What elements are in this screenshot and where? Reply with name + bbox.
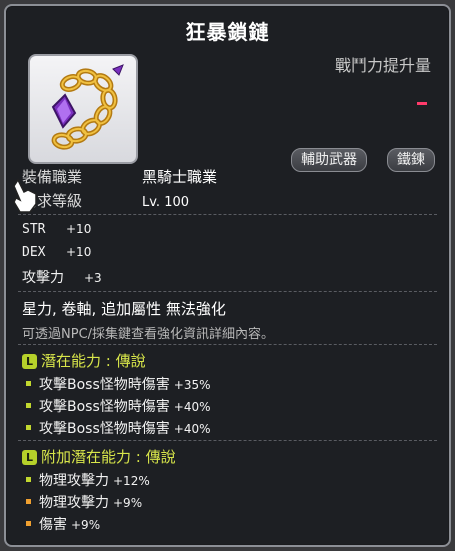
required-job-value: 黑騎士職業 <box>142 168 218 186</box>
tag-chain: 鐵鍊 <box>387 148 435 172</box>
additional-potential-title: 附加潛在能力 : 傳說 <box>41 448 176 466</box>
bullet-icon <box>26 381 31 386</box>
divider <box>18 214 437 215</box>
enhancement-hint-text: 可透過NPC/採集鍵查看強化資訊詳細內容。 <box>22 327 275 342</box>
required-level-value: Lv. 100 <box>142 195 190 210</box>
additional-potential-line: 物理攻擊力 +12% <box>26 470 150 490</box>
item-name: 狂暴鎖鏈 <box>185 20 270 44</box>
item-icon-frame <box>28 54 138 164</box>
combat-power-indicator <box>417 102 427 105</box>
potential-line: 攻擊Boss怪物時傷害 +40% <box>26 418 211 438</box>
required-level-label: 需求等級 <box>22 192 83 210</box>
required-level-row: 需求等級 Lv. 100 <box>22 190 189 211</box>
legendary-badge-icon: L <box>22 450 37 465</box>
enhancement-restriction-text: 星力, 卷軸, 追加屬性 無法強化 <box>22 300 226 318</box>
divider <box>18 440 437 441</box>
additional-potential-line: 物理攻擊力 +9% <box>26 492 142 512</box>
bullet-icon <box>26 425 31 430</box>
bullet-icon <box>26 403 31 408</box>
potential-line: 攻擊Boss怪物時傷害 +35% <box>26 374 211 394</box>
required-job-label: 裝備職業 <box>22 168 83 186</box>
potential-title: 潛在能力 : 傳說 <box>41 352 146 370</box>
hand-cursor-icon <box>13 178 37 213</box>
chain-weapon-icon <box>51 64 124 150</box>
bullet-icon <box>26 499 31 504</box>
potential-header: L 潛在能力 : 傳說 <box>22 350 146 371</box>
combat-power-label: 戰鬥力提升量 <box>334 56 431 75</box>
bullet-icon <box>26 477 31 482</box>
divider <box>18 291 437 292</box>
potential-line: 攻擊Boss怪物時傷害 +40% <box>26 396 211 416</box>
stat-attack: 攻擊力 +3 <box>22 270 102 286</box>
additional-potential-line: 傷害 +9% <box>26 514 100 534</box>
item-tooltip: 狂暴鎖鏈 戰鬥力提升量 輔助武器 鐵鍊 裝備職業 黑騎士職業 需求等級 Lv. … <box>4 4 451 547</box>
additional-potential-header: L 附加潛在能力 : 傳說 <box>22 446 176 467</box>
stat-str: STR +10 <box>22 222 92 237</box>
legendary-badge-icon: L <box>22 354 37 369</box>
tag-secondary-weapon: 輔助武器 <box>291 148 367 172</box>
stat-dex: DEX +10 <box>22 245 92 260</box>
required-job-row: 裝備職業 黑騎士職業 <box>22 166 217 187</box>
bullet-icon <box>26 521 31 526</box>
divider <box>18 344 437 345</box>
